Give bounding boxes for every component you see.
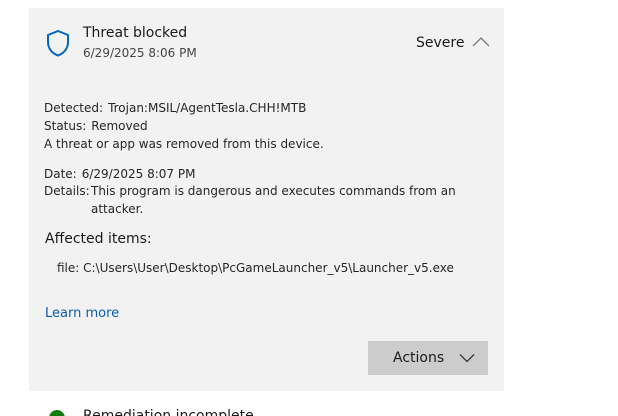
actions-label: Actions	[393, 350, 445, 366]
next-threat-title: Remediation incomplete	[83, 408, 254, 416]
threat-title: Threat blocked	[83, 25, 188, 41]
threat-timestamp: 6/29/2025 8:06 PM	[83, 46, 197, 60]
threat-card: Threat blocked 6/29/2025 8:06 PM Severe …	[29, 8, 504, 391]
details-value: This program is dangerous and executes c…	[91, 184, 456, 216]
chevron-down-icon	[459, 354, 475, 363]
detected-label: Detected:	[44, 101, 104, 115]
date-value: 6/29/2025 8:07 PM	[81, 167, 196, 181]
status-row: Status: Removed	[44, 117, 148, 135]
status-message: A threat or app was removed from this de…	[44, 137, 324, 151]
next-threat-item[interactable]: Remediation incomplete	[29, 396, 504, 416]
shield-icon	[47, 30, 69, 57]
affected-item: file: C:\Users\User\Desktop\PcGameLaunch…	[57, 261, 454, 275]
actions-button[interactable]: Actions	[368, 341, 488, 375]
page: Threat blocked 6/29/2025 8:06 PM Severe …	[0, 0, 618, 416]
chevron-up-icon[interactable]	[472, 36, 490, 48]
status-icon	[49, 410, 65, 416]
learn-more-link[interactable]: Learn more	[45, 306, 119, 321]
details-label: Details:	[44, 184, 90, 198]
severity-label: Severe	[416, 35, 465, 51]
detected-row: Detected: Trojan:MSIL/AgentTesla.CHH!MTB	[44, 99, 306, 117]
affected-items-heading: Affected items:	[45, 231, 152, 247]
status-value: Removed	[91, 119, 148, 133]
status-label: Status:	[44, 119, 87, 133]
date-row: Date: 6/29/2025 8:07 PM	[44, 165, 195, 183]
detected-value: Trojan:MSIL/AgentTesla.CHH!MTB	[108, 101, 307, 115]
date-label: Date:	[44, 167, 77, 181]
threat-card-header[interactable]: Threat blocked 6/29/2025 8:06 PM Severe	[29, 8, 504, 78]
